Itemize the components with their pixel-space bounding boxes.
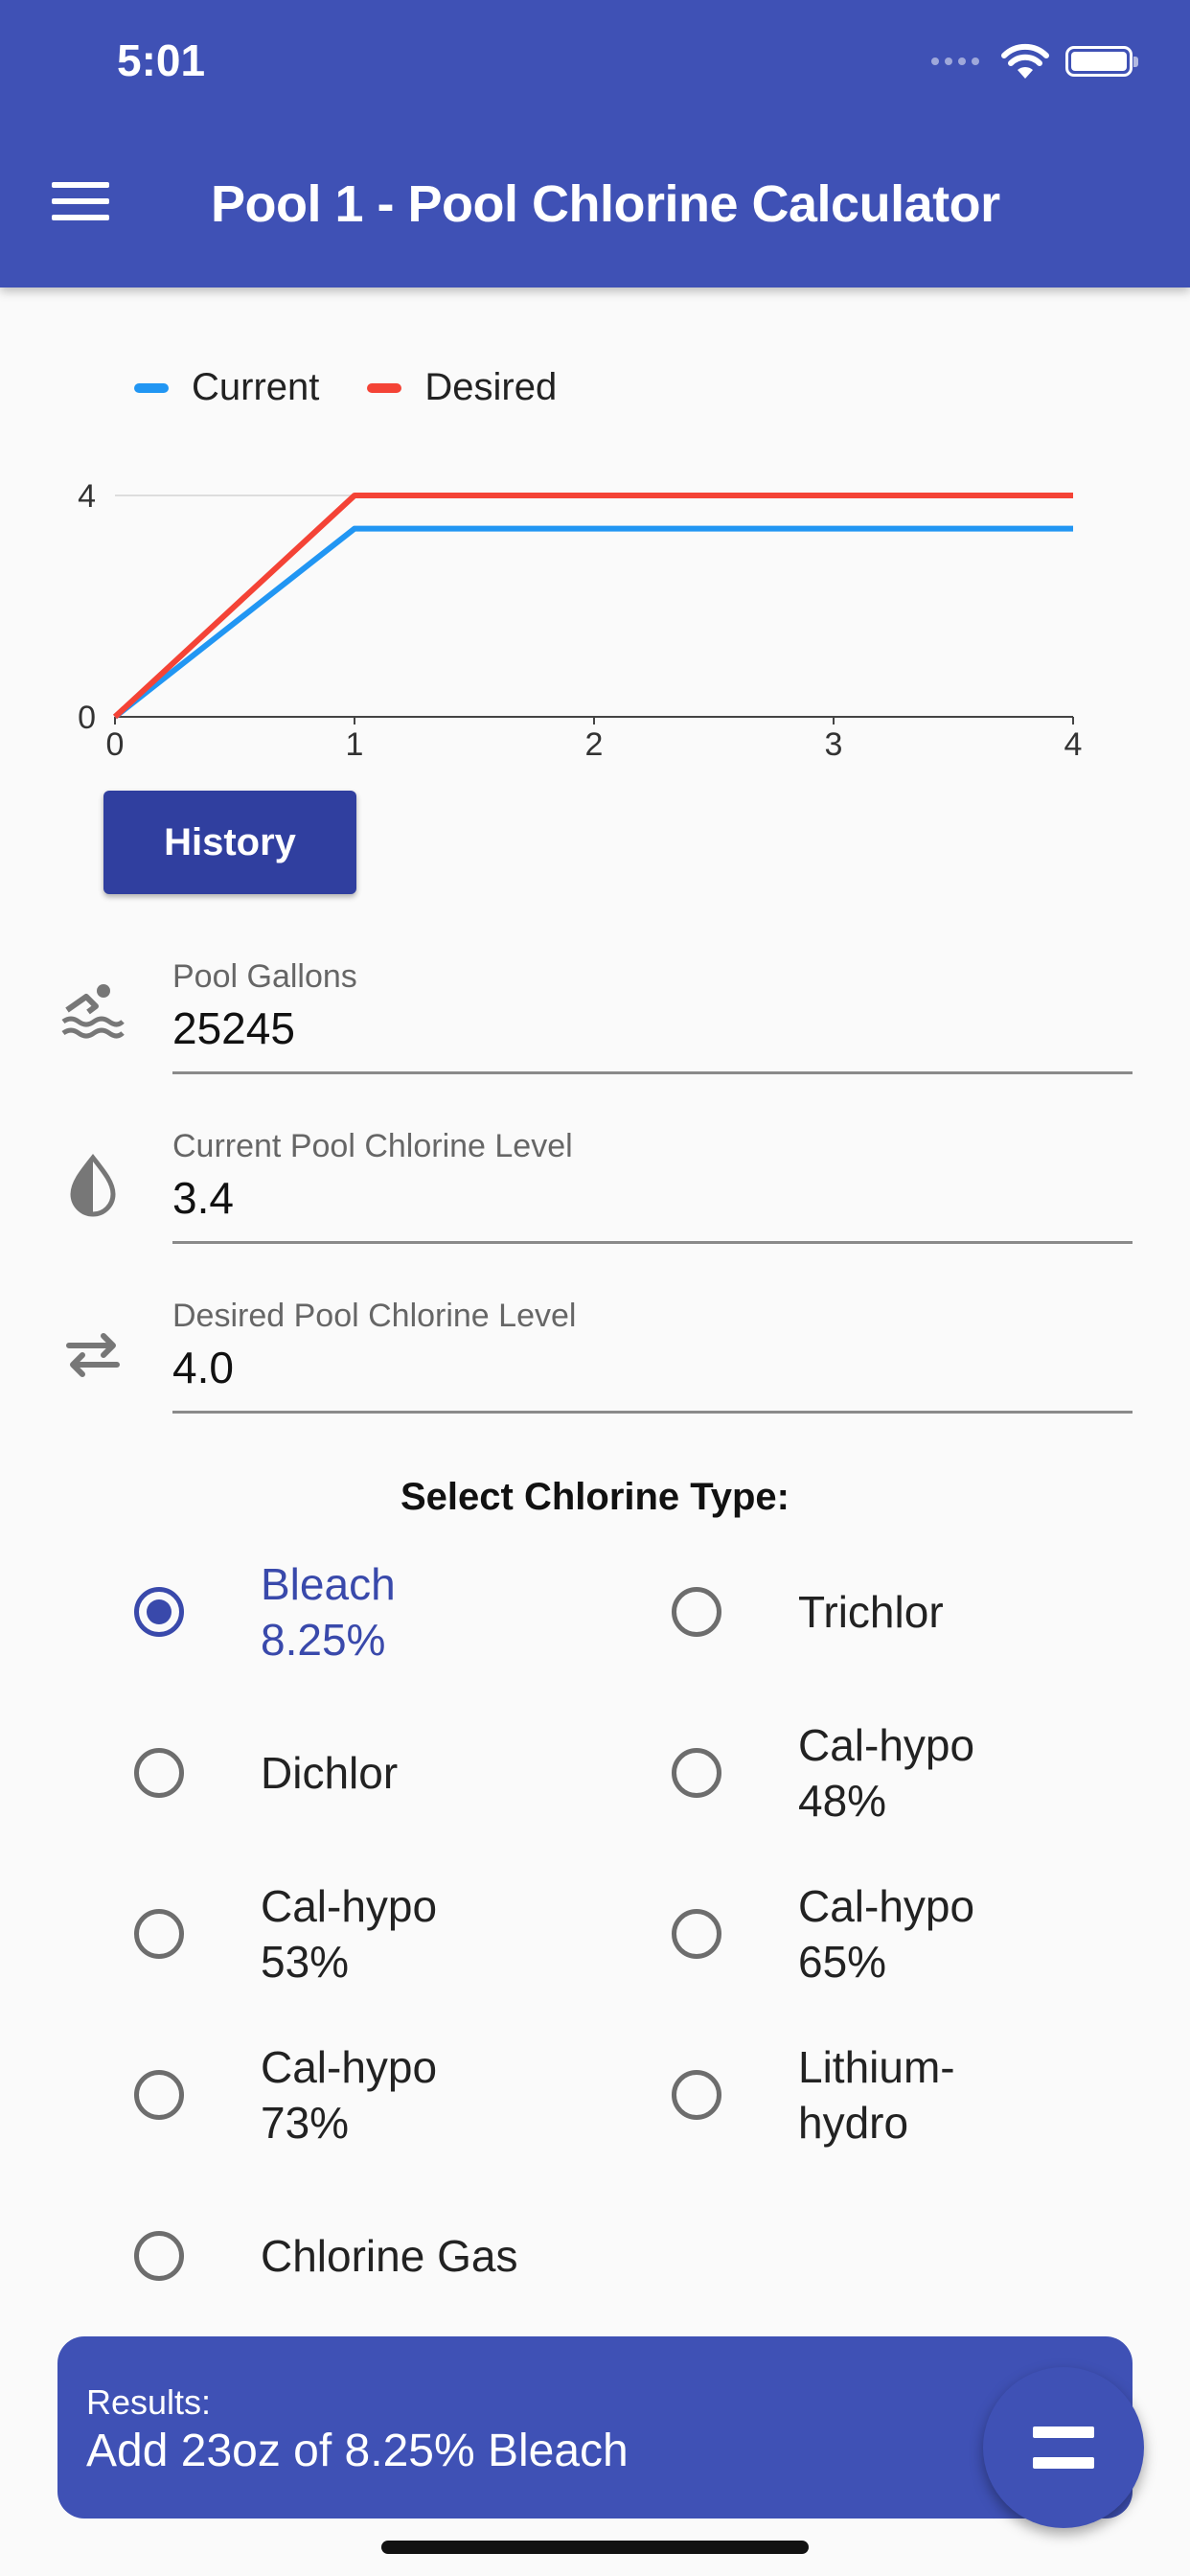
- chart-x-tick-label: 0: [106, 726, 125, 763]
- results-banner: Results: Add 23oz of 8.25% Bleach: [57, 2336, 1133, 2518]
- current-chlorine-field[interactable]: Current Pool Chlorine Level 3.4: [172, 1128, 1133, 1244]
- pool-gallons-input[interactable]: 25245: [172, 1002, 295, 1054]
- current-chlorine-label: Current Pool Chlorine Level: [172, 1128, 573, 1164]
- chart-legend: Current Desired: [134, 366, 557, 409]
- radio-button[interactable]: [134, 2070, 184, 2120]
- chart-x-tick-label: 2: [585, 726, 604, 763]
- radio-button[interactable]: [134, 1909, 184, 1959]
- status-icons: [931, 42, 1138, 80]
- radio-label-cal-hypo-73: Cal-hypo 73%: [261, 2042, 438, 2148]
- legend-swatch-current: [134, 382, 169, 393]
- results-text: Add 23oz of 8.25% Bleach: [86, 2426, 629, 2476]
- battery-icon: [1065, 46, 1138, 77]
- radio-cal-hypo-53[interactable]: Cal-hypo 53%: [134, 1878, 481, 1990]
- chlorine-type-title: Select Chlorine Type:: [400, 1476, 790, 1518]
- chart-line-current: [113, 525, 1073, 720]
- equals-icon: [1033, 2426, 1094, 2438]
- legend-label-current: Current: [192, 366, 320, 408]
- radio-label-bleach: Bleach 8.25%: [261, 1559, 396, 1665]
- radio-cal-hypo-48[interactable]: Cal-hypo 48%: [672, 1717, 1018, 1828]
- radio-label-dichlor: Dichlor: [261, 1748, 399, 1798]
- chart-x-tick-label: 1: [346, 726, 364, 763]
- chart-y-tick-label: 4: [78, 478, 96, 515]
- page-title: Pool 1 - Pool Chlorine Calculator: [211, 175, 1000, 233]
- signal-icon: [931, 58, 979, 65]
- status-time: 5:01: [117, 35, 206, 85]
- wifi-icon: [1001, 43, 1049, 79]
- radio-button[interactable]: [672, 1587, 721, 1637]
- pool-gallons-label: Pool Gallons: [172, 958, 357, 995]
- calculate-fab[interactable]: [983, 2367, 1144, 2528]
- radio-button[interactable]: [672, 2070, 721, 2120]
- app-bar: 5:01 Pool 1 - Pool Chlorine Calculator: [0, 0, 1190, 288]
- chart-y-tick-label: 0: [78, 700, 96, 736]
- pool-icon: [61, 984, 125, 1039]
- menu-button[interactable]: [52, 182, 109, 230]
- desired-chlorine-field[interactable]: Desired Pool Chlorine Level 4.0: [172, 1298, 1133, 1414]
- radio-button-selected[interactable]: [134, 1587, 184, 1637]
- legend-label-desired: Desired: [424, 366, 558, 408]
- radio-button[interactable]: [134, 2231, 184, 2281]
- radio-label-cal-hypo-53: Cal-hypo 53%: [261, 1881, 438, 1987]
- radio-bleach[interactable]: Bleach 8.25%: [134, 1556, 481, 1668]
- current-chlorine-input[interactable]: 3.4: [172, 1172, 234, 1224]
- radio-label-cal-hypo-48: Cal-hypo 48%: [798, 1720, 975, 1826]
- radio-label-chlorine-gas: Chlorine Gas: [261, 2231, 518, 2281]
- home-indicator: [381, 2541, 809, 2554]
- droplet-icon: [70, 1153, 116, 1217]
- radio-label-lithium-hydro: Lithium-hydro: [798, 2042, 955, 2148]
- radio-lithium-hydro[interactable]: Lithium-hydro: [672, 2039, 1018, 2150]
- radio-label-cal-hypo-65: Cal-hypo 65%: [798, 1881, 975, 1987]
- radio-cal-hypo-73[interactable]: Cal-hypo 73%: [134, 2039, 481, 2150]
- radio-trichlor[interactable]: Trichlor: [672, 1584, 1018, 1640]
- swap-arrows-icon: [66, 1333, 120, 1377]
- radio-label-trichlor: Trichlor: [798, 1587, 944, 1637]
- radio-button[interactable]: [672, 1909, 721, 1959]
- chart-x-tick-label: 3: [825, 726, 843, 763]
- menu-icon: [52, 182, 109, 188]
- radio-button[interactable]: [672, 1748, 721, 1798]
- chart-x-tick-label: 4: [1064, 726, 1083, 763]
- results-label: Results:: [86, 2382, 212, 2422]
- pool-gallons-field[interactable]: Pool Gallons 25245: [172, 958, 1133, 1074]
- desired-chlorine-input[interactable]: 4.0: [172, 1342, 234, 1393]
- radio-dichlor[interactable]: Dichlor: [134, 1745, 481, 1801]
- legend-item-current: Current: [134, 366, 319, 409]
- legend-item-desired: Desired: [367, 366, 557, 409]
- radio-button[interactable]: [134, 1748, 184, 1798]
- desired-chlorine-label: Desired Pool Chlorine Level: [172, 1298, 577, 1334]
- chlorine-chart: 0 1 2 3 4 0 4: [78, 478, 1083, 763]
- history-button[interactable]: History: [103, 791, 356, 894]
- radio-cal-hypo-65[interactable]: Cal-hypo 65%: [672, 1878, 1018, 1990]
- radio-chlorine-gas[interactable]: Chlorine Gas: [134, 2228, 644, 2284]
- legend-swatch-desired: [367, 382, 402, 393]
